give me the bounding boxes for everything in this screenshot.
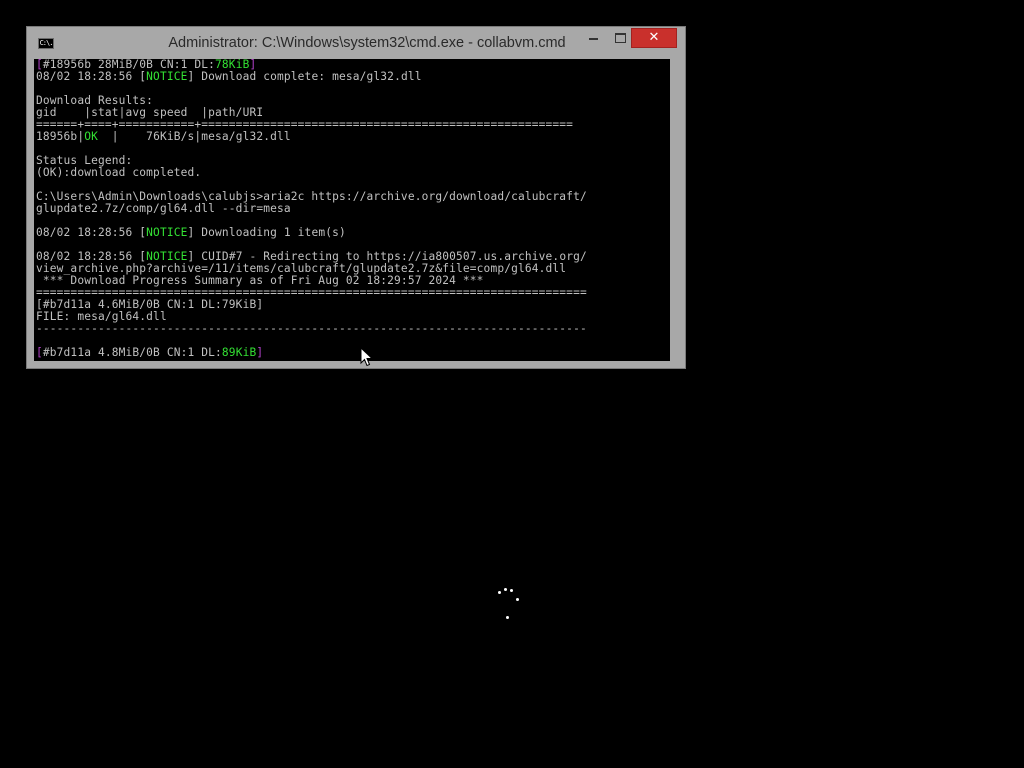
console-text: 08/02 18:28:56 [: [36, 70, 147, 83]
console-text: glupdate2.7z/comp/gl64.dll --dir=mesa: [36, 202, 291, 215]
vertical-scrollbar[interactable]: [670, 59, 678, 361]
console-text: ] Download complete: mesa/gl32.dll: [187, 70, 422, 83]
console-text: 08/02 18:28:56 [: [36, 226, 147, 239]
console-text: [: [36, 346, 43, 359]
console-line: (OK):download completed.: [36, 167, 587, 179]
arrow-cursor-icon: [360, 347, 373, 367]
cmd-window[interactable]: C:\. Administrator: C:\Windows\system32\…: [26, 26, 686, 369]
console-text: NOTICE: [146, 70, 188, 83]
console-text: ]: [256, 346, 264, 359]
console-line: ----------------------------------------…: [36, 323, 587, 335]
console-text: OK: [84, 130, 98, 143]
console-line: glupdate2.7z/comp/gl64.dll --dir=mesa: [36, 203, 587, 215]
console-lines: [#18956b 28MiB/0B CN:1 DL:78KiB] 08/02 18…: [36, 59, 587, 359]
console-text: 89KiB: [221, 346, 257, 359]
console-line: 08/02 18:28:56 [NOTICE] Download complet…: [36, 71, 587, 83]
console-text: NOTICE: [146, 226, 188, 239]
console-text: ----------------------------------------…: [36, 322, 587, 335]
title-bar[interactable]: C:\. Administrator: C:\Windows\system32\…: [27, 27, 685, 59]
console-text: (OK):download completed.: [36, 166, 202, 179]
console-line: 18956b|OK | 76KiB/s|mesa/gl32.dll: [36, 131, 587, 143]
console-output[interactable]: [#18956b 28MiB/0B CN:1 DL:78KiB] 08/02 18…: [34, 59, 678, 361]
close-button[interactable]: ✕: [631, 28, 677, 48]
console-line: 08/02 18:28:56 [NOTICE] Downloading 1 it…: [36, 227, 587, 239]
console-text: 18956b|: [36, 130, 85, 143]
minimize-button[interactable]: [581, 28, 607, 48]
window-title: Administrator: C:\Windows\system32\cmd.e…: [168, 35, 566, 51]
console-text: #b7d11a 4.8MiB/0B CN:1 DL:: [42, 346, 222, 359]
console-text: | 76KiB/s|mesa/gl32.dll: [97, 130, 291, 143]
cmd-icon[interactable]: C:\.: [38, 38, 54, 49]
console-line: [#b7d11a 4.8MiB/0B CN:1 DL:89KiB]: [36, 347, 587, 359]
console-text: ] Downloading 1 item(s): [187, 226, 346, 239]
loading-spinner-icon: [494, 585, 524, 621]
